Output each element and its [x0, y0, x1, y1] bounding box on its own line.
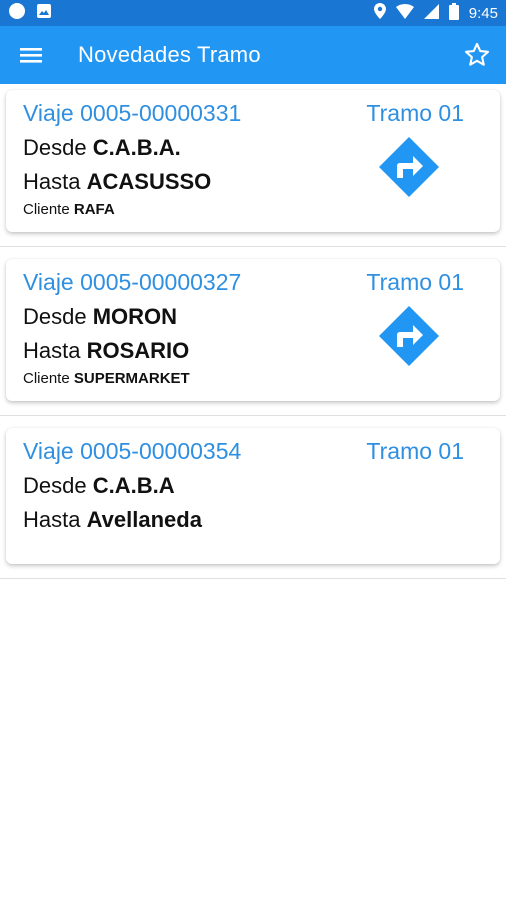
destination-label: Hasta [23, 507, 81, 532]
status-right: 9:45 [373, 2, 498, 24]
client-label: Cliente [23, 370, 70, 387]
trip-number: Viaje 0005-00000327 [23, 269, 242, 295]
page-title: Novedades Tramo [78, 42, 261, 67]
origin-line: Desde C.A.B.A [23, 473, 484, 499]
trip-list: Viaje 0005-00000331 Tramo 01 Desde C.A.B… [0, 84, 506, 579]
status-bar: 9:45 [0, 0, 506, 26]
trip-card[interactable]: Viaje 0005-00000327 Tramo 01 Desde MORON… [6, 259, 500, 401]
segment-label: Tramo 01 [366, 100, 464, 126]
directions-icon[interactable] [378, 305, 440, 367]
star-icon[interactable] [462, 40, 492, 70]
client-value: RAFA [73, 201, 115, 218]
trip-card-header: Viaje 0005-00000354 Tramo 01 [23, 438, 484, 465]
segment-label: Tramo 01 [366, 438, 464, 464]
destination-label: Hasta [23, 169, 81, 194]
client-label: Cliente [23, 201, 70, 218]
divider [0, 246, 506, 247]
clock-time: 9:45 [468, 4, 498, 22]
origin-label: Desde [23, 135, 87, 160]
destination-value: ACASUSSO [86, 169, 212, 194]
wifi-icon [395, 3, 414, 23]
battery-icon [448, 2, 459, 24]
origin-value: C.A.B.A [92, 473, 175, 498]
destination-value: ROSARIO [86, 338, 190, 363]
image-notification-icon [36, 3, 52, 23]
destination-value: Avellaneda [86, 507, 202, 532]
client-line: Cliente SUPERMARKET [23, 370, 484, 387]
notification-dot-icon [8, 2, 26, 24]
origin-value: C.A.B.A. [92, 135, 181, 160]
trip-card-header: Viaje 0005-00000331 Tramo 01 [23, 100, 484, 127]
trip-card[interactable]: Viaje 0005-00000331 Tramo 01 Desde C.A.B… [6, 90, 500, 232]
client-value: SUPERMARKET [73, 370, 190, 387]
divider [0, 415, 506, 416]
destination-line: Hasta Avellaneda [23, 507, 484, 533]
cell-signal-icon [423, 3, 439, 23]
trip-number: Viaje 0005-00000354 [23, 438, 242, 464]
origin-value: MORON [92, 304, 178, 329]
origin-label: Desde [23, 473, 87, 498]
trip-card-header: Viaje 0005-00000327 Tramo 01 [23, 269, 484, 296]
destination-label: Hasta [23, 338, 81, 363]
client-line: Cliente RAFA [23, 201, 484, 218]
menu-icon[interactable] [18, 42, 44, 68]
location-icon [373, 3, 386, 23]
trip-card[interactable]: Viaje 0005-00000354 Tramo 01 Desde C.A.B… [6, 428, 500, 564]
trip-number: Viaje 0005-00000331 [23, 100, 242, 126]
origin-label: Desde [23, 304, 87, 329]
segment-label: Tramo 01 [366, 269, 464, 295]
app-bar: Novedades Tramo [0, 26, 506, 84]
directions-icon[interactable] [378, 136, 440, 198]
status-left [8, 2, 52, 24]
divider [0, 578, 506, 579]
